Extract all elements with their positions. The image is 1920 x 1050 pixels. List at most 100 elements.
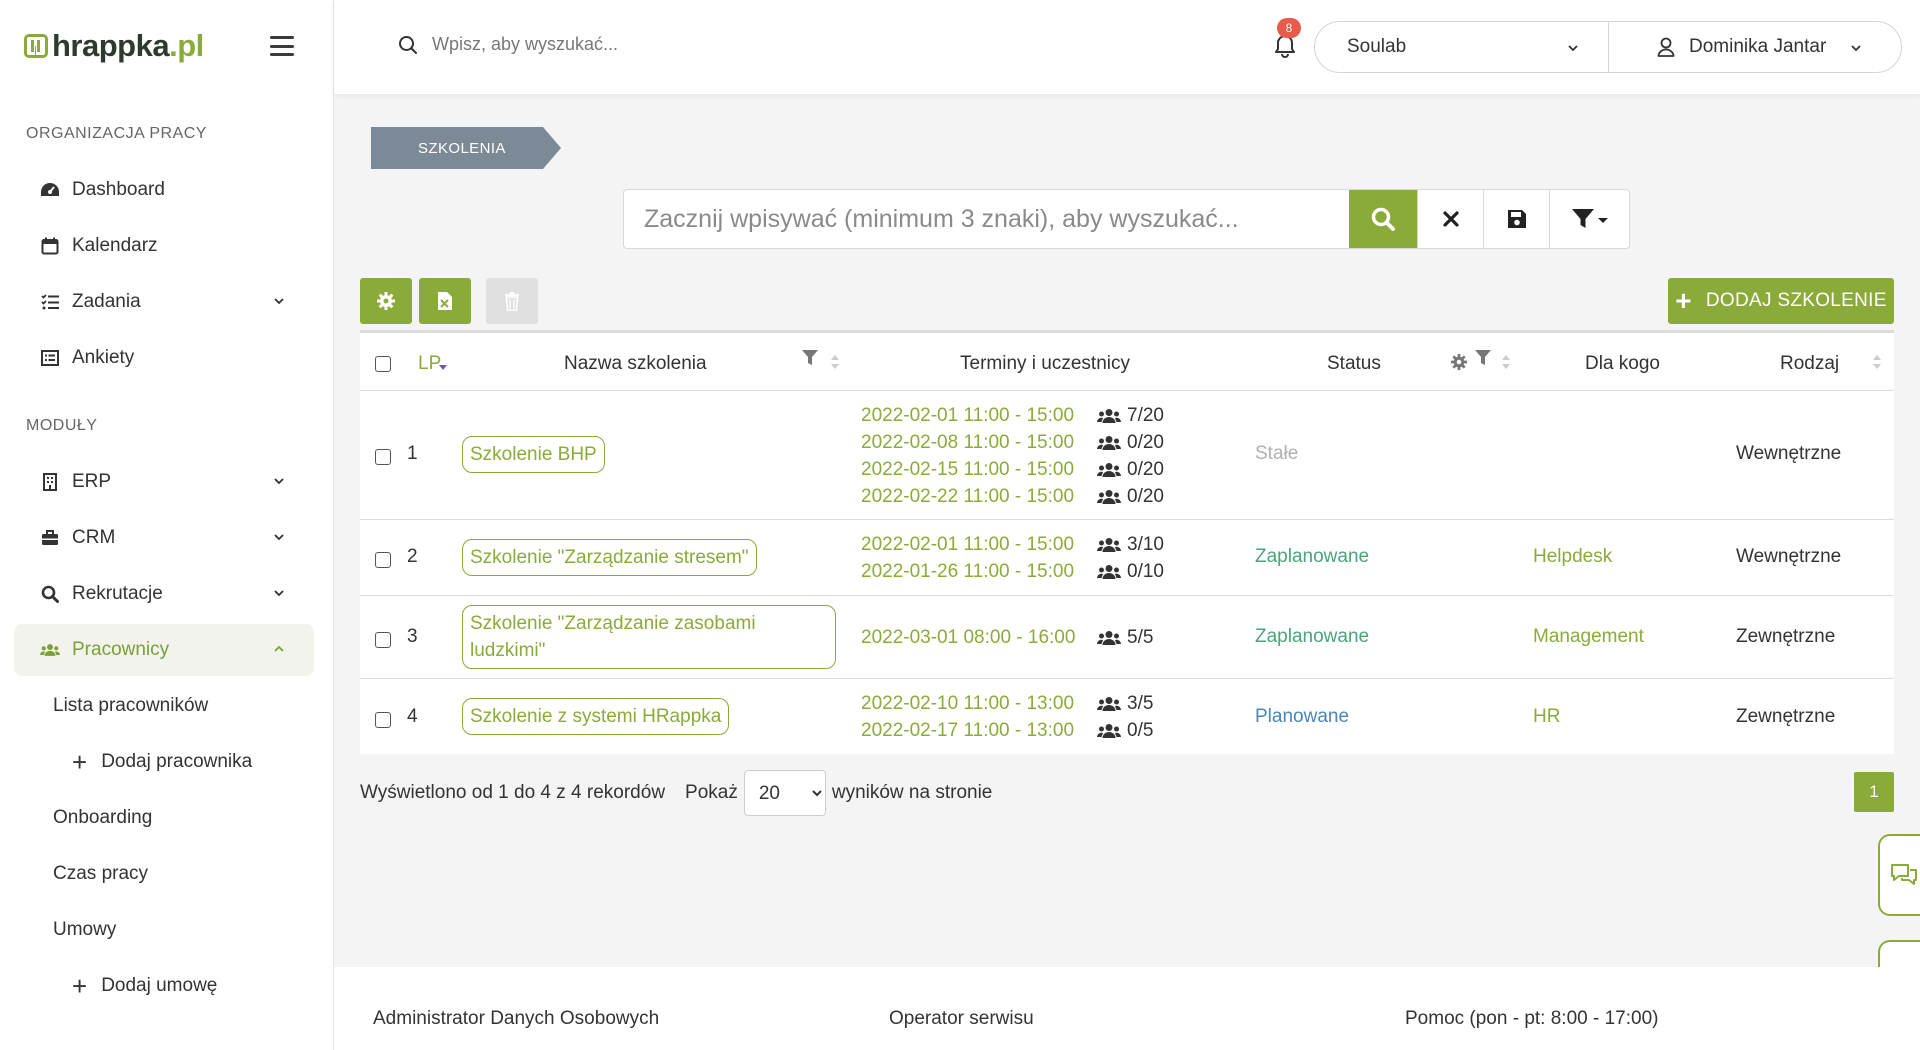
column-name[interactable]: Nazwa szkolenia: [564, 353, 707, 375]
sidebar-item-label: ERP: [72, 471, 112, 492]
page-size-select[interactable]: 20: [743, 770, 826, 816]
add-training-label: DODAJ SZKOLENIE: [1705, 290, 1887, 311]
search-button[interactable]: [1349, 190, 1417, 248]
table-row[interactable]: 3 Szkolenie "Zarządzanie zasobami ludzki…: [360, 596, 1894, 679]
footer-operator-link[interactable]: Operator serwisu: [889, 1008, 1034, 1030]
filter-icon: [1571, 209, 1608, 228]
users-icon: [40, 640, 60, 660]
sidebar-item-label: Kalendarz: [72, 235, 158, 256]
sidebar-subitem-czas-pracy[interactable]: Czas pracy: [53, 854, 148, 894]
sidebar-item-ankiety[interactable]: Ankiety: [14, 332, 314, 384]
table-row[interactable]: 2 Szkolenie "Zarządzanie stresem" 2022-0…: [360, 520, 1894, 596]
users-icon: [1097, 537, 1121, 552]
users-icon: [1097, 630, 1121, 645]
for-whom-link[interactable]: Management: [1533, 626, 1644, 648]
page-button-current[interactable]: 1: [1854, 772, 1894, 812]
row-dates: 2022-02-01 11:00 - 15:00 2022-01-26 11:0…: [861, 531, 1074, 585]
save-search-button[interactable]: [1483, 190, 1549, 248]
briefcase-icon: [40, 528, 60, 548]
training-type: Wewnętrzne: [1736, 443, 1842, 464]
delete-button[interactable]: [486, 278, 538, 324]
breadcrumb[interactable]: SZKOLENIA: [371, 127, 561, 169]
sidebar-item-rekrutacje[interactable]: Rekrutacje: [14, 568, 314, 620]
add-training-button[interactable]: + DODAJ SZKOLENIE: [1668, 278, 1894, 324]
participant-count: 3/5: [1127, 693, 1154, 714]
plus-icon: +: [72, 971, 88, 1001]
sidebar-item-label: Rekrutacje: [72, 583, 163, 604]
sidebar-item-dashboard[interactable]: Dashboard: [14, 164, 314, 216]
filter-icon[interactable]: [1474, 349, 1492, 367]
participant-count: 7/20: [1127, 405, 1164, 426]
sort-icon[interactable]: [830, 353, 840, 371]
section-title-org: ORGANIZACJA PRACY: [26, 125, 207, 142]
sidebar-subitem-onboarding[interactable]: Onboarding: [53, 798, 152, 838]
gear-icon: [377, 292, 395, 310]
training-name-link[interactable]: Szkolenie BHP: [462, 436, 605, 473]
footer-help-link[interactable]: Pomoc (pon - pt: 8:00 - 17:00): [1405, 1008, 1658, 1030]
training-name-link[interactable]: Szkolenie "Zarządzanie zasobami ludzkimi…: [462, 605, 836, 669]
row-checkbox[interactable]: [375, 449, 391, 465]
pagination-bar: Wyświetlono od 1 do 4 z 4 rekordów Pokaż…: [360, 770, 992, 816]
sidebar-item-erp[interactable]: ERP: [14, 456, 314, 508]
sidebar-item-kalendarz[interactable]: Kalendarz: [14, 220, 314, 272]
column-for-whom: Dla kogo: [1585, 353, 1660, 374]
user-icon: [1657, 37, 1675, 57]
sidebar-subitem-dodaj-pracownika[interactable]: + Dodaj pracownika: [72, 742, 252, 782]
sidebar-item-pracownicy[interactable]: Pracownicy: [14, 624, 314, 676]
table-row[interactable]: 1 Szkolenie BHP 2022-02-01 11:00 - 15:00…: [360, 391, 1894, 520]
sidebar-item-crm[interactable]: CRM: [14, 512, 314, 564]
chevron-down-icon: [274, 478, 284, 485]
sort-icon[interactable]: [1501, 353, 1511, 371]
settings-button[interactable]: [360, 278, 412, 324]
row-checkbox[interactable]: [375, 712, 391, 728]
for-whom-link[interactable]: HR: [1533, 706, 1560, 728]
sidebar-subitem-umowy[interactable]: Umowy: [53, 910, 116, 950]
row-participants: 3/5 0/5: [1097, 690, 1153, 744]
chevron-down-icon: [274, 590, 284, 597]
term-date[interactable]: 2022-03-01 08:00 - 16:00: [861, 624, 1075, 651]
participant-count: 0/20: [1127, 432, 1164, 453]
dashboard-icon: [40, 180, 60, 200]
export-excel-button[interactable]: [419, 278, 471, 324]
search-icon: [1371, 207, 1395, 231]
sidebar-subitem-lista-pracownikow[interactable]: Lista pracowników: [53, 686, 208, 726]
row-checkbox[interactable]: [375, 632, 391, 648]
term-date[interactable]: 2022-02-01 11:00 - 15:00: [861, 531, 1074, 558]
term-date[interactable]: 2022-02-15 11:00 - 15:00: [861, 456, 1074, 483]
training-name-link[interactable]: Szkolenie z systemi HRappka: [462, 698, 730, 735]
term-date[interactable]: 2022-02-10 11:00 - 13:00: [861, 690, 1074, 717]
table-row[interactable]: 4 Szkolenie z systemi HRappka 2022-02-10…: [360, 679, 1894, 754]
gear-icon[interactable]: [1450, 353, 1468, 371]
chevron-down-icon: [1851, 45, 1861, 52]
clear-search-button[interactable]: [1417, 190, 1483, 248]
term-date[interactable]: 2022-02-17 11:00 - 13:00: [861, 717, 1074, 744]
global-search-input[interactable]: [432, 34, 852, 55]
sidebar-item-zadania[interactable]: Zadania: [14, 276, 314, 328]
logo[interactable]: hrappka.pl: [24, 28, 204, 64]
participant-count: 0/5: [1127, 720, 1154, 741]
training-name-link[interactable]: Szkolenie "Zarządzanie stresem": [462, 539, 757, 576]
global-search[interactable]: [398, 34, 852, 55]
company-select[interactable]: Soulab: [1314, 21, 1609, 73]
list-search-input[interactable]: [624, 190, 1349, 248]
user-menu[interactable]: Dominika Jantar: [1608, 21, 1902, 73]
for-whom-link[interactable]: Helpdesk: [1533, 546, 1612, 568]
term-date[interactable]: 2022-02-08 11:00 - 15:00: [861, 429, 1074, 456]
chat-button[interactable]: [1878, 834, 1920, 916]
column-terms: Terminy i uczestnicy: [960, 353, 1130, 374]
footer-admin-link[interactable]: Administrator Danych Osobowych: [373, 1008, 659, 1030]
term-date[interactable]: 2022-02-01 11:00 - 15:00: [861, 402, 1074, 429]
sort-icon[interactable]: [1872, 353, 1882, 371]
menu-toggle-icon[interactable]: [270, 36, 294, 56]
chevron-down-icon: [274, 534, 284, 541]
sidebar-subitem-dodaj-umowe[interactable]: + Dodaj umowę: [72, 966, 217, 1006]
status-badge: Planowane: [1255, 706, 1350, 727]
term-date[interactable]: 2022-01-26 11:00 - 15:00: [861, 558, 1074, 585]
term-date[interactable]: 2022-02-22 11:00 - 15:00: [861, 483, 1074, 510]
filter-icon[interactable]: [801, 349, 819, 367]
select-all-checkbox[interactable]: [375, 356, 391, 372]
column-lp[interactable]: LP: [418, 353, 448, 375]
filter-dropdown-button[interactable]: [1549, 190, 1629, 248]
row-checkbox[interactable]: [375, 552, 391, 568]
chevron-down-icon: [274, 298, 284, 305]
